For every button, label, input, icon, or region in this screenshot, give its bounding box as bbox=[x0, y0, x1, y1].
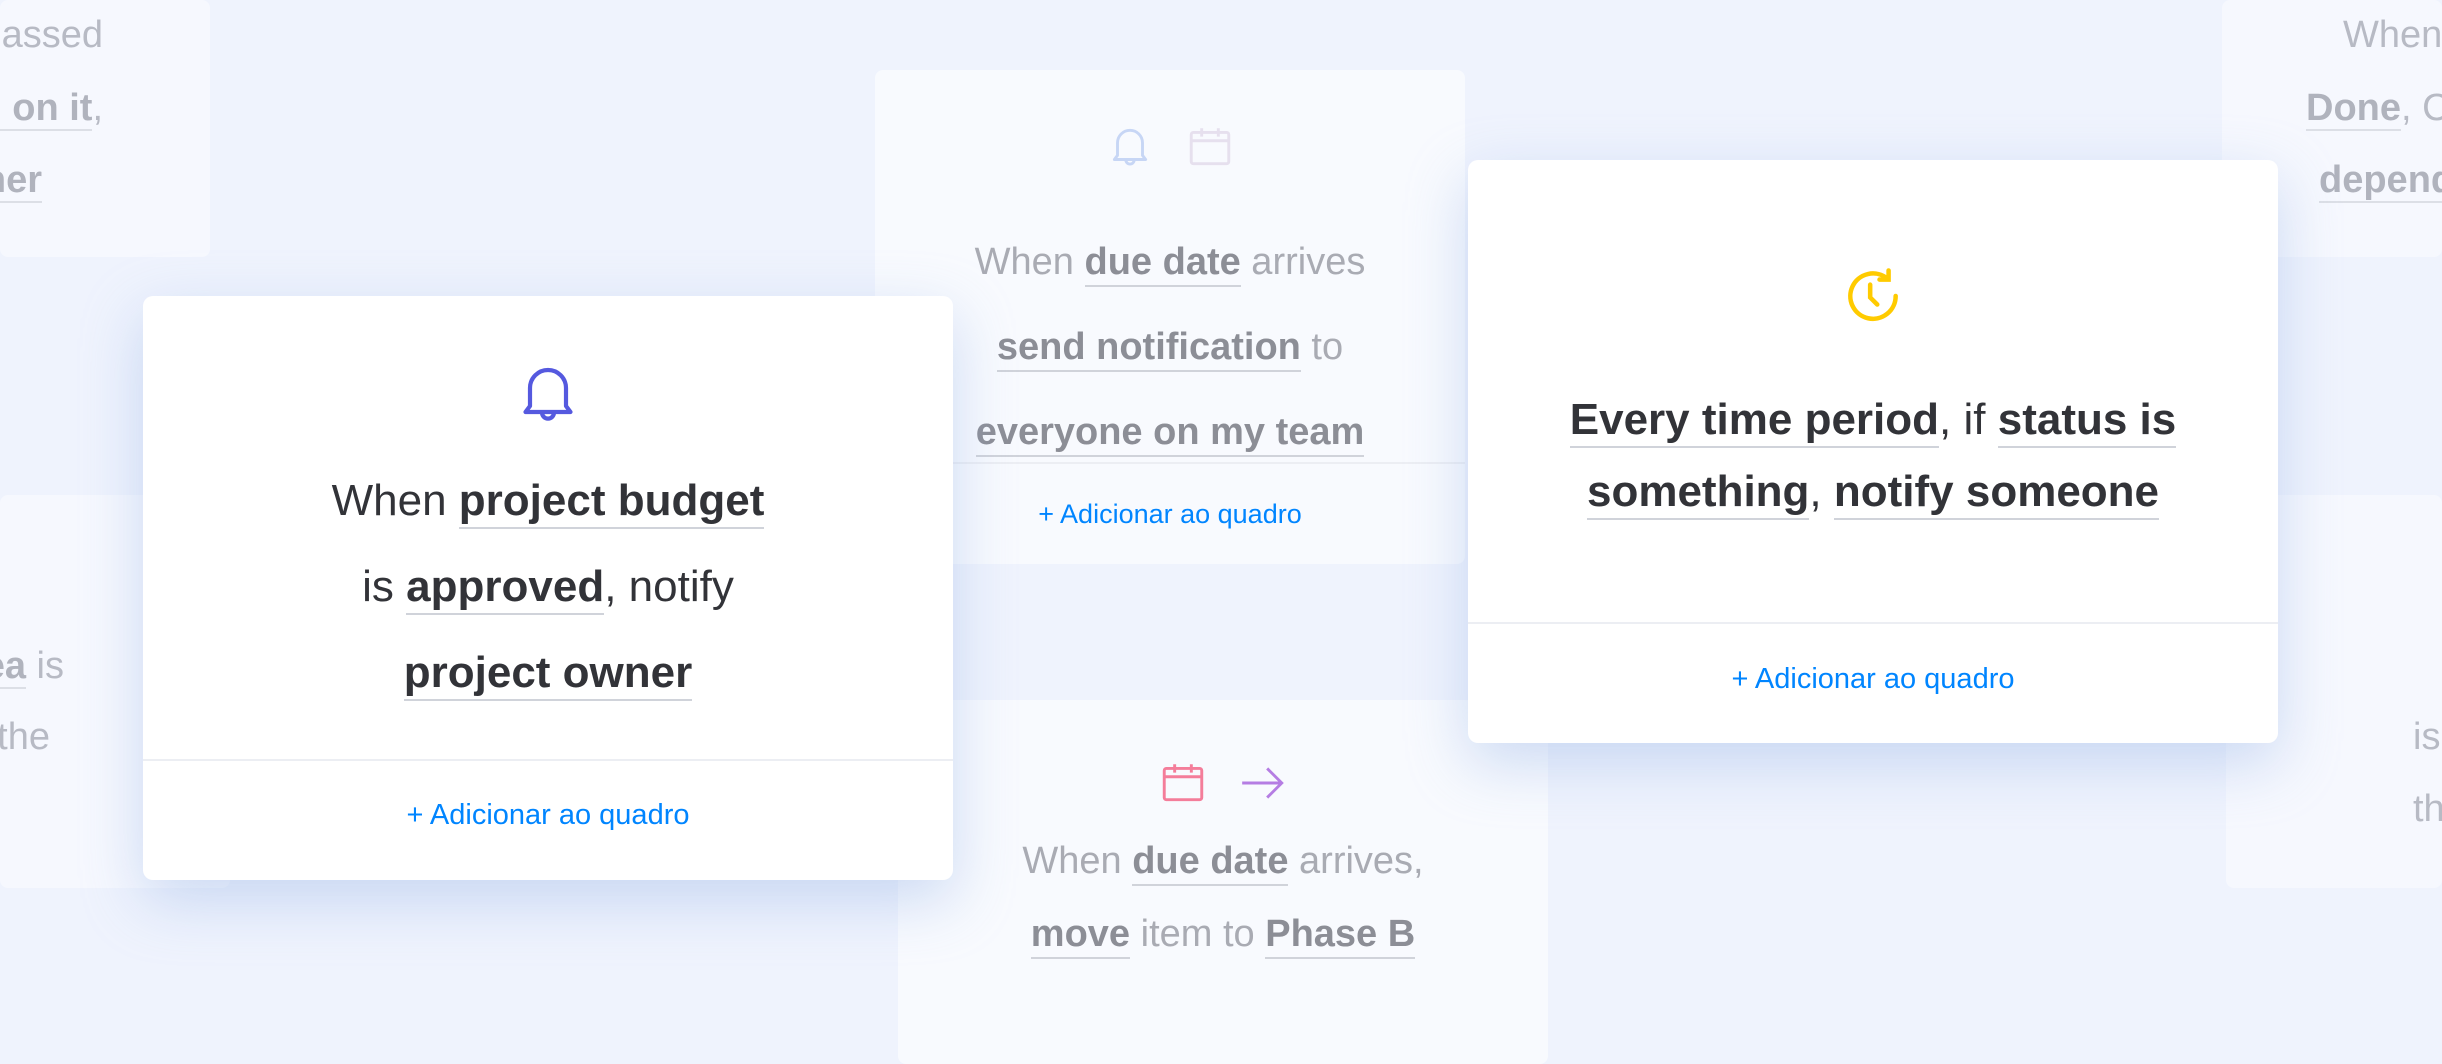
rule-line: Every time period, if status is bbox=[1468, 384, 2278, 456]
rule-text: arrives bbox=[1240, 241, 1366, 283]
automation-card-recurring[interactable]: Every time period, if status is something… bbox=[1468, 160, 2278, 743]
rule-line: is approved, notify bbox=[143, 544, 953, 630]
rule-line: move item to Phase B bbox=[898, 898, 1548, 971]
rule-line: send notification to bbox=[875, 305, 1465, 390]
rule-parameter[interactable]: Phase B bbox=[1265, 913, 1416, 959]
rule-text: When bbox=[974, 241, 1085, 283]
rule-text: item to bbox=[1130, 913, 1266, 955]
bell-icon bbox=[512, 358, 584, 435]
calendar-icon bbox=[1158, 758, 1208, 813]
background-text-fragment: the bbox=[0, 716, 50, 758]
rule-text: When bbox=[331, 476, 459, 525]
rule-text: When bbox=[1022, 840, 1133, 882]
rule-parameter[interactable]: due date bbox=[1084, 241, 1241, 287]
rule-parameter[interactable]: approved bbox=[406, 562, 605, 615]
background-text-fragment: assed bbox=[1, 14, 103, 56]
add-to-board-link[interactable]: + Adicionar ao quadro bbox=[1468, 663, 2278, 696]
rule-text: , if bbox=[1939, 395, 1998, 444]
rule-text: , bbox=[1809, 467, 1834, 516]
card-divider bbox=[143, 759, 953, 761]
add-to-board-link[interactable]: + Adicionar ao quadro bbox=[875, 499, 1465, 530]
rule-parameter[interactable]: move bbox=[1030, 913, 1131, 959]
background-text-fragment: ea is bbox=[0, 645, 64, 689]
card-divider bbox=[875, 462, 1465, 464]
rule-text: , notify bbox=[604, 562, 734, 611]
background-text-fragment: depend bbox=[2319, 159, 2442, 203]
rule-parameter[interactable]: send notification bbox=[996, 326, 1301, 372]
automation-card-due-move[interactable]: When due date arrives, move item to Phase… bbox=[898, 700, 1548, 1064]
background-text-fragment: Done, C bbox=[2306, 87, 2442, 131]
rule-parameter[interactable]: Every time period bbox=[1569, 395, 1940, 448]
rule-parameter[interactable]: project budget bbox=[458, 476, 765, 529]
arrow-right-icon bbox=[1238, 758, 1288, 813]
card-divider bbox=[1468, 622, 2278, 624]
rule-line: something, notify someone bbox=[1468, 456, 2278, 528]
background-text-fragment: g on it, bbox=[0, 87, 103, 131]
rule-parameter[interactable]: everyone on my team bbox=[975, 411, 1365, 457]
rule-line: When project budget bbox=[143, 458, 953, 544]
rule-line: When due date arrives bbox=[875, 220, 1465, 305]
rule-text: to bbox=[1300, 326, 1344, 368]
add-to-board-link[interactable]: + Adicionar ao quadro bbox=[143, 799, 953, 832]
rule-parameter[interactable]: due date bbox=[1132, 840, 1289, 886]
background-text-fragment: th bbox=[2413, 788, 2442, 830]
clock-repeat-icon bbox=[1839, 262, 1907, 335]
bell-icon bbox=[1105, 122, 1155, 177]
calendar-icon bbox=[1185, 122, 1235, 177]
rule-line: project owner bbox=[143, 630, 953, 716]
background-text-fragment: ner bbox=[0, 159, 42, 203]
rule-parameter[interactable]: something bbox=[1586, 467, 1810, 520]
automation-card-due-notify[interactable]: When due date arrives send notification t… bbox=[875, 70, 1465, 564]
rule-parameter[interactable]: project owner bbox=[403, 648, 693, 701]
rule-text: arrives, bbox=[1288, 840, 1424, 882]
automation-card-budget[interactable]: When project budget is approved, notify pr… bbox=[143, 296, 953, 880]
background-text-fragment: is bbox=[2413, 716, 2441, 758]
background-text-fragment: When bbox=[2343, 14, 2442, 56]
rule-parameter[interactable]: status is bbox=[1997, 395, 2177, 448]
rule-line: When due date arrives, bbox=[898, 825, 1548, 898]
rule-text: is bbox=[362, 562, 407, 611]
rule-parameter[interactable]: notify someone bbox=[1833, 467, 2160, 520]
